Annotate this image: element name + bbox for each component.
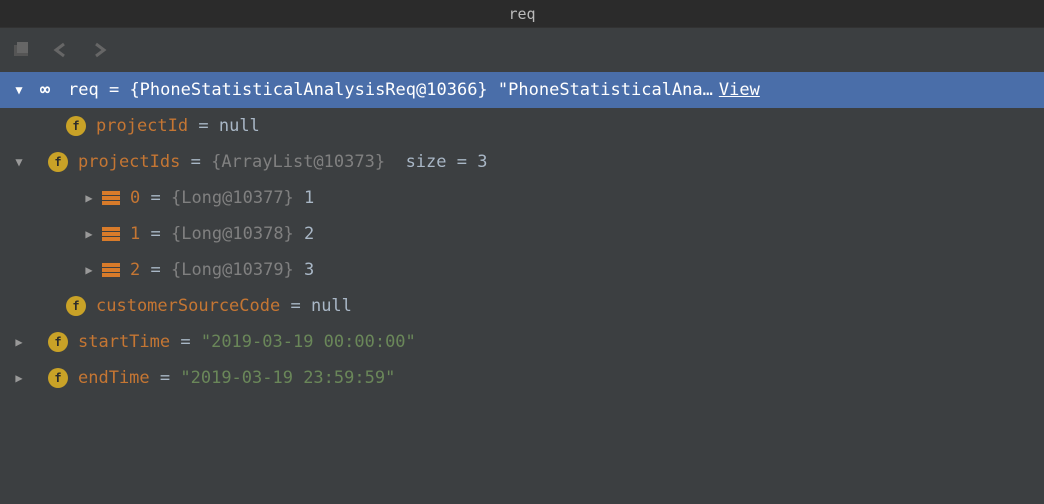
- tree-row-endTime[interactable]: ▶ f endTime = "2019-03-19 23:59:59": [0, 360, 1044, 396]
- field-icon: f: [66, 296, 86, 316]
- tree-row-projectIds[interactable]: ▼ f projectIds = {ArrayList@10373} size …: [0, 144, 1044, 180]
- field-icon: f: [66, 116, 86, 136]
- equals-sign: =: [180, 144, 211, 180]
- expand-toggle-icon[interactable]: ▶: [10, 360, 28, 396]
- object-ref: {Long@10379}: [171, 252, 294, 288]
- tree-row-root[interactable]: ▼ ∞ req = {PhoneStatisticalAnalysisReq@1…: [0, 72, 1044, 108]
- field-name: projectId: [96, 108, 188, 144]
- field-name: endTime: [78, 360, 150, 396]
- tree-row-list-0[interactable]: ▶ 0 = {Long@10377} 1: [0, 180, 1044, 216]
- size-text: size = 3: [406, 144, 488, 180]
- expand-toggle-icon[interactable]: ▶: [80, 216, 98, 252]
- expand-toggle-icon[interactable]: ▶: [80, 180, 98, 216]
- element-value: 1: [304, 180, 314, 216]
- tree-row-list-2[interactable]: ▶ 2 = {Long@10379} 3: [0, 252, 1044, 288]
- tree-row-list-1[interactable]: ▶ 1 = {Long@10378} 2: [0, 216, 1044, 252]
- element-index: 1: [130, 216, 140, 252]
- element-index: 2: [130, 252, 140, 288]
- element-value: 3: [304, 252, 314, 288]
- equals-sign: =: [140, 252, 171, 288]
- watch-icon: ∞: [32, 80, 58, 100]
- element-icon: [102, 263, 120, 277]
- equals-sign: =: [140, 180, 171, 216]
- element-icon: [102, 227, 120, 241]
- size-label: [385, 144, 405, 180]
- field-icon: f: [48, 152, 68, 172]
- element-value: 2: [304, 216, 314, 252]
- field-value: null: [219, 108, 260, 144]
- field-icon: f: [48, 368, 68, 388]
- object-summary: [488, 72, 498, 108]
- equals-sign: =: [140, 216, 171, 252]
- view-link[interactable]: View: [719, 72, 760, 108]
- tree-row-projectId[interactable]: f projectId = null: [0, 108, 1044, 144]
- field-value: "2019-03-19 00:00:00": [201, 324, 416, 360]
- expand-toggle-icon[interactable]: ▶: [10, 324, 28, 360]
- field-name: startTime: [78, 324, 170, 360]
- field-name: projectIds: [78, 144, 180, 180]
- field-name: customerSourceCode: [96, 288, 280, 324]
- toolbar: [0, 28, 1044, 72]
- new-watch-icon[interactable]: [14, 42, 34, 58]
- field-value: null: [311, 288, 352, 324]
- element-icon: [102, 191, 120, 205]
- object-ref: {PhoneStatisticalAnalysisReq@10366}: [129, 72, 487, 108]
- back-arrow-icon[interactable]: [52, 42, 72, 58]
- variables-tree: ▼ ∞ req = {PhoneStatisticalAnalysisReq@1…: [0, 72, 1044, 396]
- tree-row-customerSourceCode[interactable]: f customerSourceCode = null: [0, 288, 1044, 324]
- equals-sign: =: [99, 72, 130, 108]
- object-ref: {Long@10377}: [171, 180, 294, 216]
- forward-arrow-icon[interactable]: [90, 42, 110, 58]
- equals-sign: =: [170, 324, 201, 360]
- object-summary-text: "PhoneStatisticalAna…: [498, 72, 713, 108]
- element-index: 0: [130, 180, 140, 216]
- tree-row-startTime[interactable]: ▶ f startTime = "2019-03-19 00:00:00": [0, 324, 1044, 360]
- object-ref: {ArrayList@10373}: [211, 144, 385, 180]
- panel-title: req: [0, 0, 1044, 28]
- expand-toggle-icon[interactable]: ▶: [80, 252, 98, 288]
- expand-toggle-icon[interactable]: ▼: [10, 72, 28, 108]
- equals-sign: =: [188, 108, 219, 144]
- object-ref: {Long@10378}: [171, 216, 294, 252]
- equals-sign: =: [280, 288, 311, 324]
- variable-name: req: [68, 72, 99, 108]
- field-value: "2019-03-19 23:59:59": [180, 360, 395, 396]
- field-icon: f: [48, 332, 68, 352]
- expand-toggle-icon[interactable]: ▼: [10, 144, 28, 180]
- equals-sign: =: [150, 360, 181, 396]
